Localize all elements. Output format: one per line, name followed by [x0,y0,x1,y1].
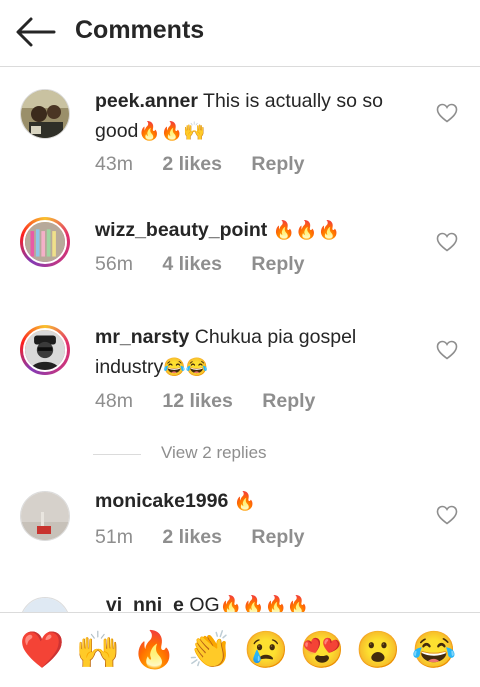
replies-divider [93,454,141,455]
comment-time: 56m [95,253,133,275]
view-replies-label: View 2 replies [161,443,267,462]
reaction-fire-button[interactable]: 🔥 [130,626,178,674]
comment-emojis: 🔥🔥🔥🔥 [219,595,310,612]
comment-body: OG [189,594,220,612]
reply-button[interactable]: Reply [251,253,304,276]
heart-outline-icon [436,103,458,123]
comment-text: wizz_beauty_point 🔥🔥🔥 [95,215,420,245]
comment-time: 43m [95,153,133,175]
heart-outline-icon [436,340,458,360]
comment-likes[interactable]: 12 likes [162,390,232,413]
like-button[interactable] [436,103,458,123]
comment-text: mr_narsty Chukua pia gospel industry😂😂 [95,322,420,382]
comment-username[interactable]: monicake1996 [95,490,228,512]
avatar[interactable] [20,217,70,267]
comment-likes[interactable]: 2 likes [162,526,222,549]
back-button[interactable] [14,14,58,50]
comment-time: 48m [95,390,133,412]
reply-button[interactable]: Reply [251,153,304,176]
quick-reaction-bar: ❤️ 🙌 🔥 👏 😢 😍 😮 😂 [0,612,480,687]
like-button[interactable] [436,340,458,360]
page-title: Comments [75,16,205,44]
heart-outline-icon [436,232,458,252]
comment-meta: 51m 2 likes Reply [95,526,305,549]
comment-username[interactable]: wizz_beauty_point [95,219,267,241]
reaction-surprised-button[interactable]: 😮 [354,626,402,674]
header: Comments [0,0,480,67]
avatar[interactable] [20,597,70,612]
comment-likes[interactable]: 4 likes [162,253,222,276]
comment-meta: 43m 2 likes Reply [95,153,305,176]
reaction-clap-button[interactable]: 👏 [186,626,234,674]
comment-time: 51m [95,526,133,548]
comment-text: monicake1996 🔥 [95,486,420,516]
avatar-image [23,328,67,372]
avatar[interactable] [20,89,70,139]
arrow-left-icon [16,17,56,47]
comment-meta: 48m 12 likes Reply [95,390,315,413]
reaction-laughing-button[interactable]: 😂 [410,626,458,674]
comment-likes[interactable]: 2 likes [162,153,222,176]
reply-button[interactable]: Reply [251,526,304,549]
comment-text: _vi_nni_e OG🔥🔥🔥🔥 [95,590,420,612]
reaction-heart-button[interactable]: ❤️ [18,626,66,674]
avatar[interactable] [20,325,70,375]
like-button[interactable] [436,505,458,525]
like-button[interactable] [436,232,458,252]
comment-username[interactable]: mr_narsty [95,326,189,348]
comment-emojis: 🔥 [233,491,257,511]
heart-outline-icon [436,505,458,525]
avatar[interactable] [20,491,70,541]
comment-emojis: 🔥🔥🙌 [138,121,206,141]
reaction-raised-hands-button[interactable]: 🙌 [74,626,122,674]
comment-list: peek.anner This is actually so so good🔥🔥… [0,67,480,612]
comment-emojis: 😂😂 [163,357,209,377]
comment-username[interactable]: peek.anner [95,90,198,112]
view-replies-button[interactable]: View 2 replies [93,443,393,465]
comment-emojis: 🔥🔥🔥 [272,220,340,240]
comment-meta: 56m 4 likes Reply [95,253,305,276]
avatar-image [23,220,67,264]
reaction-crying-button[interactable]: 😢 [242,626,290,674]
comment-text: peek.anner This is actually so so good🔥🔥… [95,86,420,146]
reaction-heart-eyes-button[interactable]: 😍 [298,626,346,674]
reply-button[interactable]: Reply [262,390,315,413]
comment-username[interactable]: _vi_nni_e [95,594,184,612]
